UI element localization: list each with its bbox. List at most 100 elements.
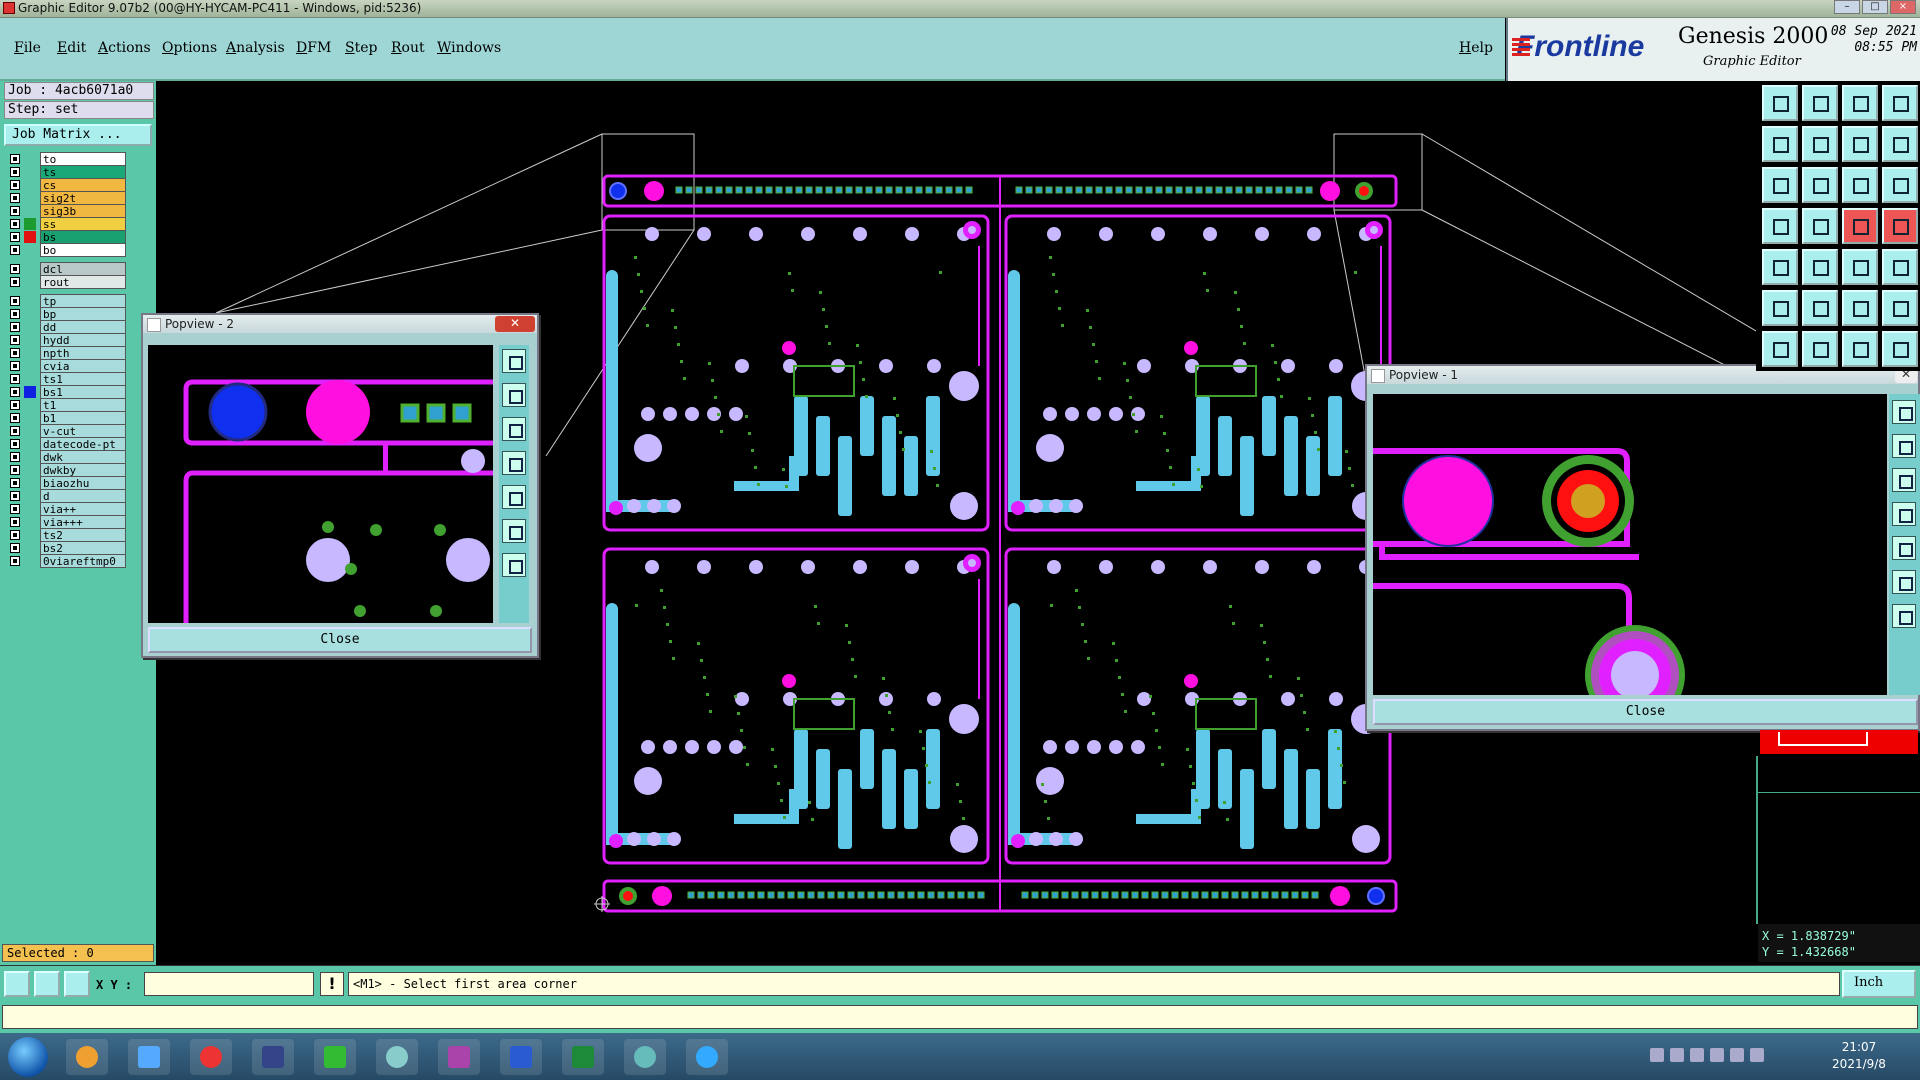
- layer-row-via+++[interactable]: via+++: [4, 515, 126, 529]
- layer-row-cvia[interactable]: cvia: [4, 359, 126, 373]
- layer-name[interactable]: ts1: [40, 372, 126, 386]
- layer-row-biaozhu[interactable]: biaozhu: [4, 476, 126, 490]
- layer-checkbox[interactable]: [10, 504, 20, 514]
- layer-color-swatch[interactable]: [24, 334, 36, 346]
- popview-2-canvas[interactable]: [148, 345, 493, 623]
- clock[interactable]: 21:07 2021/9/8: [1814, 1039, 1904, 1073]
- layer-color-swatch[interactable]: [24, 464, 36, 476]
- layer-row-npth[interactable]: npth: [4, 346, 126, 360]
- tool-prev-icon[interactable]: [1762, 126, 1798, 162]
- start-button[interactable]: [8, 1037, 48, 1077]
- layer-name[interactable]: hydd: [40, 333, 126, 347]
- layer-color-swatch[interactable]: [24, 179, 36, 191]
- layer-color-swatch[interactable]: [24, 490, 36, 502]
- maximize-button[interactable]: □: [1862, 0, 1888, 14]
- close-window-button[interactable]: ×: [1890, 0, 1916, 14]
- layer-color-swatch[interactable]: [24, 477, 36, 489]
- layer-name[interactable]: dcl: [40, 262, 126, 276]
- mini-map[interactable]: [1756, 756, 1920, 924]
- tool-slash-icon[interactable]: [1802, 331, 1838, 367]
- layer-name[interactable]: rout: [40, 275, 126, 289]
- taskbar-shell-icon[interactable]: [66, 1039, 108, 1075]
- layer-checkbox[interactable]: [10, 465, 20, 475]
- popview-1-pan-up-icon[interactable]: [1892, 434, 1916, 458]
- layer-checkbox[interactable]: [10, 180, 20, 190]
- layer-color-swatch[interactable]: [24, 192, 36, 204]
- layer-name[interactable]: v-cut: [40, 424, 126, 438]
- layer-name[interactable]: bp: [40, 307, 126, 321]
- layer-name[interactable]: bs1: [40, 385, 126, 399]
- layer-row-datecode-pt[interactable]: datecode-pt: [4, 437, 126, 451]
- layer-name[interactable]: dwk: [40, 450, 126, 464]
- layer-color-swatch[interactable]: [24, 529, 36, 541]
- units-selector[interactable]: Inch: [1842, 970, 1916, 998]
- menu-edit[interactable]: Edit: [57, 40, 86, 56]
- layer-color-swatch[interactable]: [24, 386, 36, 398]
- taskbar-x-icon[interactable]: [438, 1039, 480, 1075]
- popview-fit-icon[interactable]: [502, 519, 526, 543]
- layer-checkbox[interactable]: [10, 400, 20, 410]
- info-icon[interactable]: !: [320, 972, 344, 996]
- menu-step[interactable]: Step: [345, 40, 377, 56]
- layer-color-swatch[interactable]: [24, 347, 36, 359]
- layer-color-swatch[interactable]: [24, 218, 36, 230]
- menu-options[interactable]: Options: [162, 40, 217, 56]
- layer-checkbox[interactable]: [10, 387, 20, 397]
- layer-checkbox[interactable]: [10, 193, 20, 203]
- layer-color-swatch[interactable]: [24, 166, 36, 178]
- layer-checkbox[interactable]: [10, 517, 20, 527]
- layer-checkbox[interactable]: [10, 374, 20, 384]
- tool-link2-icon[interactable]: [1882, 290, 1918, 326]
- layer-name[interactable]: ts2: [40, 528, 126, 542]
- layer-row-bp[interactable]: bp: [4, 307, 126, 321]
- layer-row-bs1[interactable]: bs1: [4, 385, 126, 399]
- job-matrix-button[interactable]: Job Matrix ...: [4, 124, 152, 146]
- layer-color-swatch[interactable]: [24, 373, 36, 385]
- tool-split-icon[interactable]: [1842, 126, 1878, 162]
- tool-edit-icon[interactable]: [1762, 331, 1798, 367]
- tool-home-icon[interactable]: [1842, 85, 1878, 121]
- taskbar-eye2-icon[interactable]: [624, 1039, 666, 1075]
- popview-2-close-button[interactable]: Close: [148, 627, 532, 653]
- layer-color-swatch[interactable]: [24, 425, 36, 437]
- layer-row-rout[interactable]: rout: [4, 275, 126, 289]
- layer-name[interactable]: via+++: [40, 515, 126, 529]
- zoom-area-icon[interactable]: [4, 971, 30, 997]
- popview-1-close-button[interactable]: Close: [1373, 699, 1918, 725]
- layer-row-bo[interactable]: bo: [4, 243, 126, 257]
- layer-row-v-cut[interactable]: v-cut: [4, 424, 126, 438]
- layer-row-ts2[interactable]: ts2: [4, 528, 126, 542]
- tray-keyboard-icon[interactable]: [1650, 1048, 1664, 1062]
- popview-pan-down-icon[interactable]: [502, 417, 526, 441]
- popview-1-center-icon[interactable]: [1892, 604, 1916, 628]
- layer-color-swatch[interactable]: [24, 516, 36, 528]
- popview-center-icon[interactable]: [502, 553, 526, 577]
- layer-color-swatch[interactable]: [24, 276, 36, 288]
- tool-window-icon[interactable]: [1882, 85, 1918, 121]
- layer-checkbox[interactable]: [10, 556, 20, 566]
- layer-row-dwk[interactable]: dwk: [4, 450, 126, 464]
- tool-cross-icon[interactable]: [1802, 290, 1838, 326]
- tool-pointer-icon[interactable]: [1762, 249, 1798, 285]
- layer-checkbox[interactable]: [10, 245, 20, 255]
- minimize-button[interactable]: –: [1834, 0, 1860, 14]
- tool-layers-icon[interactable]: [1762, 208, 1798, 244]
- layer-name[interactable]: ss: [40, 217, 126, 231]
- layer-checkbox[interactable]: [10, 491, 20, 501]
- layer-color-swatch[interactable]: [24, 231, 36, 243]
- layer-checkbox[interactable]: [10, 296, 20, 306]
- layer-row-ts1[interactable]: ts1: [4, 372, 126, 386]
- layer-color-swatch[interactable]: [24, 244, 36, 256]
- tool-arc-icon[interactable]: [1842, 331, 1878, 367]
- taskbar-excel-icon[interactable]: [562, 1039, 604, 1075]
- menu-help[interactable]: Help: [1459, 40, 1493, 56]
- layer-checkbox[interactable]: [10, 348, 20, 358]
- layer-name[interactable]: bs2: [40, 541, 126, 555]
- layer-name[interactable]: cs: [40, 178, 126, 192]
- taskbar-word-icon[interactable]: [500, 1039, 542, 1075]
- measure-icon[interactable]: [34, 971, 60, 997]
- taskbar-eye-icon[interactable]: [376, 1039, 418, 1075]
- popview-1-pan-left-icon[interactable]: [1892, 502, 1916, 526]
- layer-checkbox[interactable]: [10, 335, 20, 345]
- layer-row-dd[interactable]: dd: [4, 320, 126, 334]
